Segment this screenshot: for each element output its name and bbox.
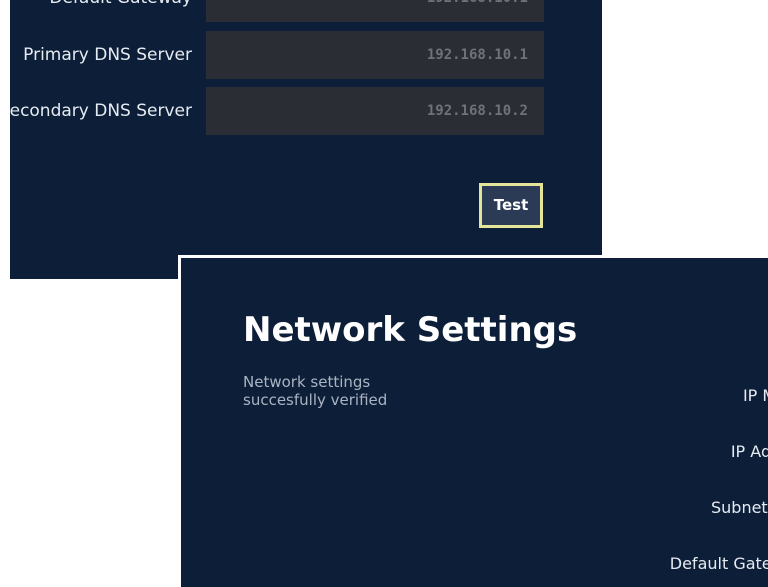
- default-gateway-label: Default Gateway: [49, 0, 192, 22]
- status-line-2: succesfully verified: [243, 391, 388, 409]
- primary-dns-label: Primary DNS Server: [23, 45, 192, 65]
- network-settings-panel-back: Default Gateway 192.168.10.1 Primary DNS…: [10, 0, 602, 279]
- screen: Default Gateway 192.168.10.1 Primary DNS…: [0, 0, 768, 587]
- ip-mode-label: IP Mode: [742, 386, 768, 405]
- network-settings-panel-front: Network Settings Network settings succes…: [178, 255, 768, 587]
- primary-dns-field[interactable]: 192.168.10.1: [206, 31, 544, 79]
- verification-status-message: Network settings succesfully verified: [243, 373, 473, 409]
- default-gateway-field[interactable]: 192.168.10.1: [206, 0, 544, 22]
- secondary-dns-field[interactable]: 192.168.10.2: [206, 87, 544, 135]
- secondary-dns-label: Secondary DNS Server: [10, 101, 192, 121]
- default-gateway-label-front: Default Gateway: [669, 554, 768, 573]
- test-button[interactable]: Test: [479, 183, 543, 228]
- page-title: Network Settings: [243, 310, 578, 350]
- primary-dns-row: Primary DNS Server 192.168.10.1: [10, 31, 602, 79]
- secondary-dns-row: Secondary DNS Server 192.168.10.2: [10, 87, 602, 135]
- subnet-mask-label: Subnet Mask: [710, 498, 768, 517]
- status-line-1: Network settings: [243, 373, 371, 391]
- ip-address-label: IP Address: [730, 442, 768, 461]
- default-gateway-row: Default Gateway 192.168.10.1: [10, 0, 602, 22]
